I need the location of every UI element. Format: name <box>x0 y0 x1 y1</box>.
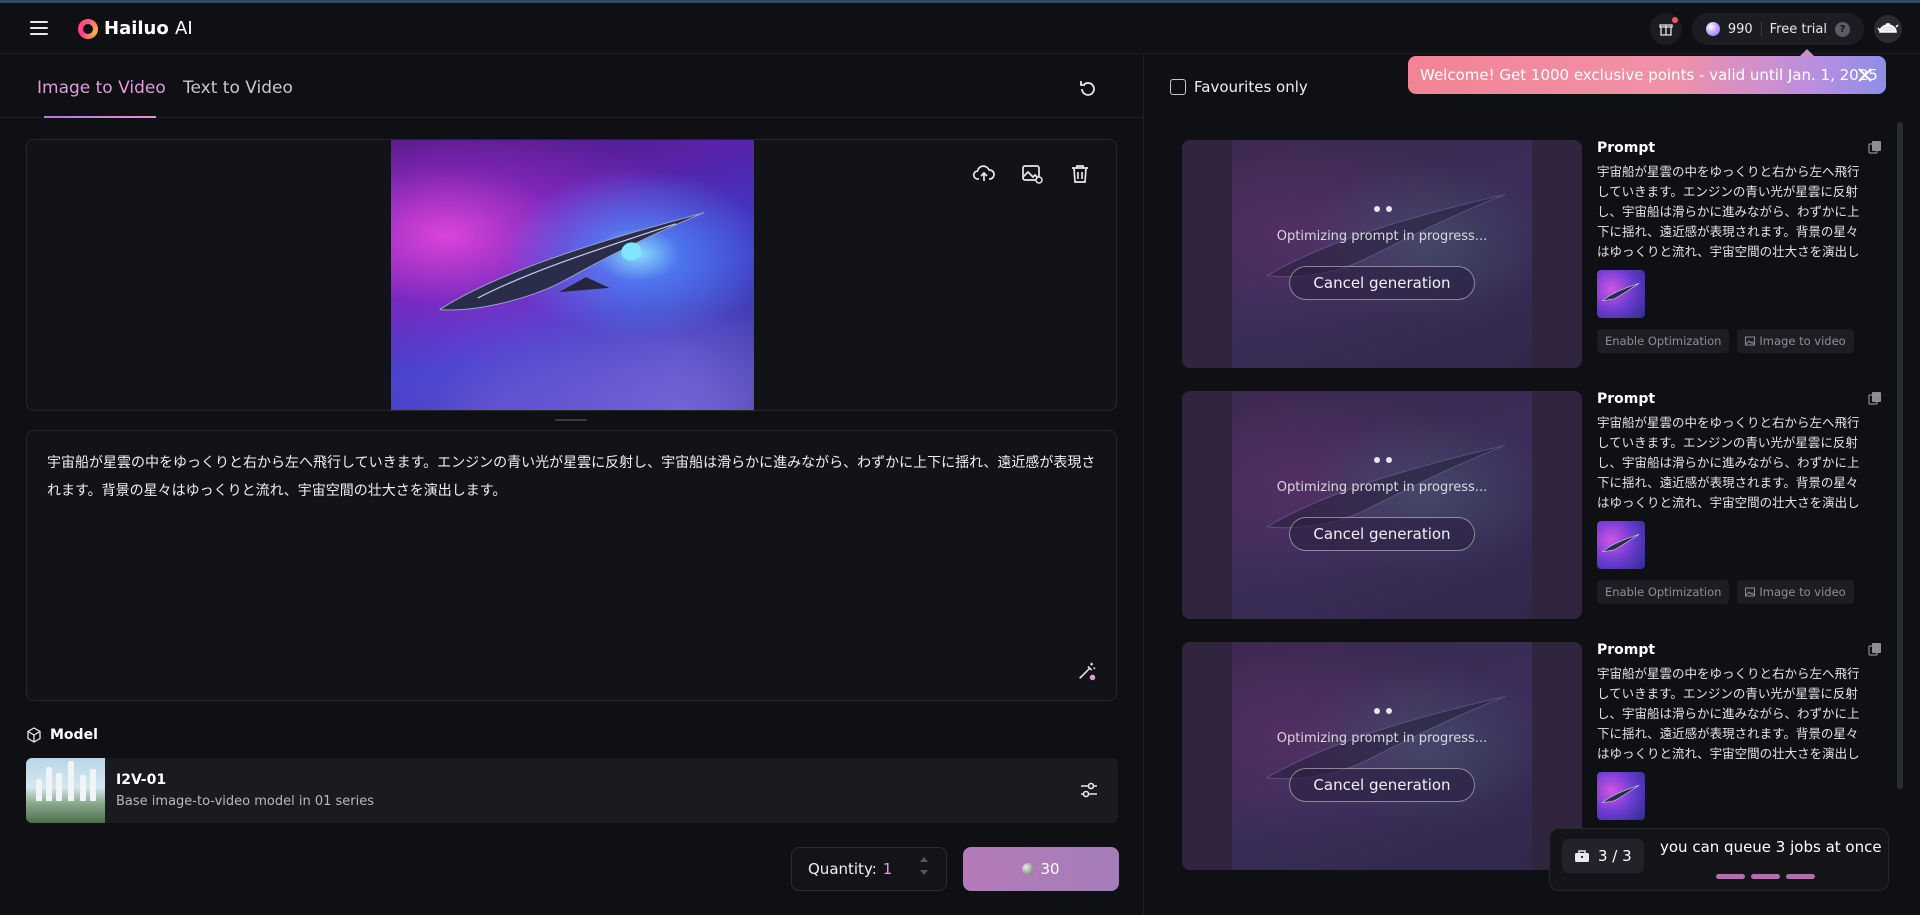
prompt-heading: Prompt <box>1597 140 1656 156</box>
copy-icon[interactable] <box>1868 140 1882 154</box>
image-icon <box>1745 336 1756 346</box>
tab-text-to-video[interactable]: Text to Video <box>183 78 293 98</box>
model-name: I2V-01 <box>116 772 167 788</box>
close-icon[interactable] <box>1856 66 1874 84</box>
job-source-thumbnail[interactable] <box>1597 772 1645 820</box>
briefcase-icon <box>1575 850 1589 862</box>
prompt-text[interactable]: 宇宙船が星雲の中をゆっくりと右から左へ飛行していきます。エンジンの青い光が星雲に… <box>47 449 1097 505</box>
app-logo[interactable]: Hailuo AI <box>78 18 193 39</box>
job-prompt-text: 宇宙船が星雲の中をゆっくりと右から左へ飛行していきます。エンジンの青い光が星雲に… <box>1597 164 1860 259</box>
job-info: Prompt 宇宙船が星雲の中をゆっくりと右から左へ飛行していきます。エンジンの… <box>1597 140 1882 368</box>
gift-box-icon <box>1659 24 1673 36</box>
cost-gem-icon <box>1022 863 1035 875</box>
prompt-heading: Prompt <box>1597 642 1656 658</box>
model-section-label: Model <box>26 727 98 743</box>
points-value: 990 <box>1727 21 1753 37</box>
model-thumbnail <box>26 758 105 823</box>
quantity-value[interactable]: 1 <box>883 860 893 878</box>
quantity-down-icon[interactable] <box>920 870 928 875</box>
history-panel: Favourites only Welcome! Get 1000 exclus… <box>1144 49 1920 915</box>
prompt-input[interactable]: 宇宙船が星雲の中をゆっくりと右から左へ飛行していきます。エンジンの青い光が星雲に… <box>26 430 1117 701</box>
copy-icon[interactable] <box>1868 391 1882 405</box>
upload-icon[interactable] <box>972 162 996 186</box>
job-status: Optimizing prompt in progress... <box>1276 229 1488 244</box>
app-header: Hailuo AI 990 Free trial ? <box>0 3 1920 54</box>
favourites-checkbox[interactable] <box>1170 79 1186 95</box>
uploaded-image-area[interactable] <box>26 139 1117 411</box>
job-card: Optimizing prompt in progress... Cancel … <box>1182 140 1902 368</box>
hailuo-logo-icon <box>78 18 98 39</box>
quantity-stepper[interactable]: Quantity: 1 <box>791 847 947 891</box>
notification-dot <box>1671 17 1678 23</box>
generate-button[interactable]: 30 <box>963 847 1119 891</box>
queue-status: 3 / 3 you can queue 3 jobs at once <box>1549 828 1889 891</box>
resize-handle[interactable] <box>555 419 587 421</box>
plan-label: Free trial <box>1769 21 1827 37</box>
tab-image-to-video[interactable]: Image to Video <box>37 78 166 98</box>
job-status: Optimizing prompt in progress... <box>1276 480 1488 495</box>
job-prompt-text: 宇宙船が星雲の中をゆっくりと右から左へ飛行していきます。エンジンの青い光が星雲に… <box>1597 415 1860 510</box>
favourites-label: Favourites only <box>1194 78 1308 96</box>
loading-dots <box>1374 708 1392 714</box>
teapot-avatar-icon <box>1877 23 1899 33</box>
job-card: Optimizing prompt in progress... Cancel … <box>1182 391 1902 619</box>
generate-cost: 30 <box>1040 860 1060 878</box>
job-preview[interactable]: Optimizing prompt in progress... Cancel … <box>1182 391 1582 619</box>
delete-icon[interactable] <box>1068 162 1092 186</box>
hamburger-menu-icon[interactable] <box>30 21 48 35</box>
creation-panel: Image to Video Text to Video 宇宙船が星雲の中をゆっ… <box>0 55 1143 915</box>
reset-icon[interactable] <box>1076 77 1100 101</box>
queue-count: 3 / 3 <box>1598 847 1632 865</box>
loading-dots <box>1374 206 1392 212</box>
replace-image-icon[interactable] <box>1020 162 1044 186</box>
job-prompt-text: 宇宙船が星雲の中をゆっくりと右から左へ飛行していきます。エンジンの青い光が星雲に… <box>1597 666 1860 761</box>
uploaded-spaceship-image <box>391 140 754 410</box>
active-tab-underline <box>44 116 156 118</box>
user-avatar[interactable] <box>1874 15 1902 43</box>
queue-progress-bars <box>1716 874 1815 879</box>
cancel-generation-button[interactable]: Cancel generation <box>1289 768 1475 802</box>
quantity-up-icon[interactable] <box>920 857 928 862</box>
prompt-heading: Prompt <box>1597 391 1656 407</box>
job-status: Optimizing prompt in progress... <box>1276 731 1488 746</box>
job-preview[interactable]: Optimizing prompt in progress... Cancel … <box>1182 642 1582 870</box>
mode-tabs: Image to Video Text to Video <box>0 55 1143 118</box>
queue-count-badge[interactable]: 3 / 3 <box>1562 839 1644 873</box>
points-gem-icon <box>1705 22 1720 36</box>
cube-icon <box>27 727 41 743</box>
job-info: Prompt 宇宙船が星雲の中をゆっくりと右から左へ飛行していきます。エンジンの… <box>1597 391 1882 619</box>
loading-dots <box>1374 457 1392 463</box>
help-icon[interactable]: ? <box>1835 21 1850 37</box>
pill-separator <box>1760 22 1762 36</box>
tag-image-to-video: Image to video <box>1737 329 1854 353</box>
queue-message: you can queue 3 jobs at once <box>1660 838 1882 856</box>
job-source-thumbnail[interactable] <box>1597 270 1645 318</box>
notifications-button[interactable] <box>1649 13 1682 45</box>
job-source-thumbnail[interactable] <box>1597 521 1645 569</box>
tag-enable-optimization: Enable Optimization <box>1597 329 1730 353</box>
app-name: Hailuo AI <box>104 18 193 39</box>
image-icon <box>1745 587 1756 597</box>
model-description: Base image-to-video model in 01 series <box>116 794 375 809</box>
points-pill[interactable]: 990 Free trial ? <box>1691 13 1864 45</box>
tag-image-to-video: Image to video <box>1737 580 1854 604</box>
quantity-label: Quantity: <box>808 860 877 878</box>
magic-wand-icon[interactable] <box>1076 660 1098 682</box>
tag-enable-optimization: Enable Optimization <box>1597 580 1730 604</box>
welcome-text: Welcome! Get 1000 exclusive points - val… <box>1420 66 1878 84</box>
copy-icon[interactable] <box>1868 642 1882 656</box>
model-selector[interactable]: I2V-01 Base image-to-video model in 01 s… <box>26 758 1118 823</box>
sliders-settings-icon[interactable] <box>1078 779 1100 801</box>
cancel-generation-button[interactable]: Cancel generation <box>1289 517 1475 551</box>
job-preview[interactable]: Optimizing prompt in progress... Cancel … <box>1182 140 1582 368</box>
cancel-generation-button[interactable]: Cancel generation <box>1289 266 1475 300</box>
favourites-filter[interactable]: Favourites only <box>1170 78 1308 96</box>
welcome-banner: Welcome! Get 1000 exclusive points - val… <box>1408 49 1886 94</box>
